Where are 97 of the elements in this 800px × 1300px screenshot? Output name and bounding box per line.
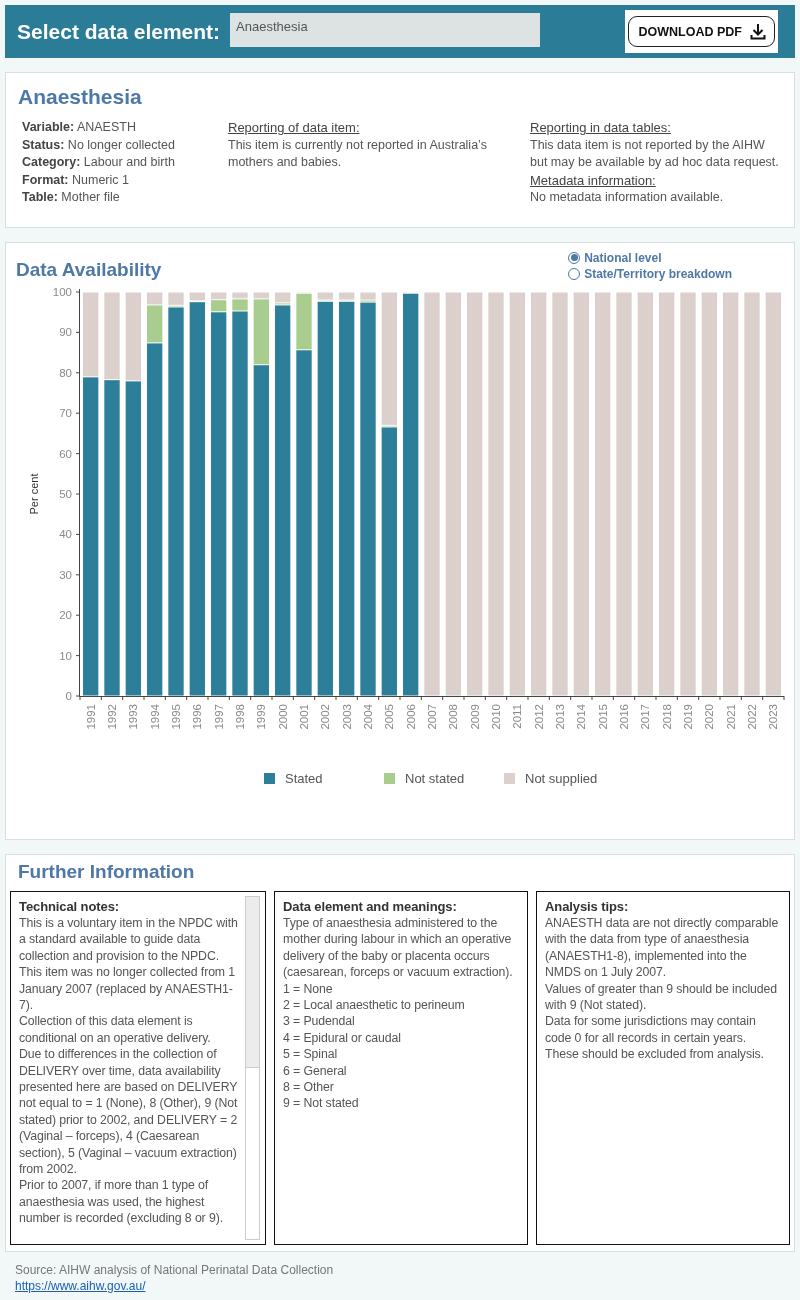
axis-label: 2016 <box>618 703 630 730</box>
axis-label: 50 <box>59 487 72 500</box>
field-text: Status: No longer collected <box>22 136 176 154</box>
axis-label: 1994 <box>148 703 161 730</box>
panel-text: 9 = Not stated <box>283 1095 360 1112</box>
panel-text: 6 = General <box>283 1062 348 1079</box>
panel-heading: Analysis tips: <box>545 898 630 915</box>
scrollbar[interactable] <box>245 895 260 1240</box>
axis-label: 60 <box>59 447 72 460</box>
section-title: Data Availability <box>16 258 162 281</box>
legend-label: Not stated <box>405 770 465 786</box>
radio-option[interactable]: State/Territory breakdown <box>568 266 732 281</box>
axis-label: 2017 <box>639 703 652 730</box>
element-title: Anaesthesia <box>18 85 143 109</box>
axis-label: 0 <box>65 689 72 702</box>
axis-title: Per cent <box>28 473 40 514</box>
axis-label: 2019 <box>682 703 694 730</box>
radio-option[interactable]: National level <box>568 250 732 265</box>
panel-text: Type of anaesthesia administered to the mother during labour in which an operative delivery of the baby or placenta occurs (caesarean, forceps or vacuum extraction). <box>283 914 514 981</box>
panel-text: Collection of this data element is conditional on an operative delivery. <box>19 1013 212 1047</box>
axis-label: 10 <box>59 649 72 662</box>
field-label: Select data element: <box>17 19 221 44</box>
legend-swatch <box>384 772 395 784</box>
legend-swatch <box>504 772 515 784</box>
axis-label: 2002 <box>319 703 332 730</box>
axis-label: 1993 <box>127 703 140 730</box>
axis-label: 1997 <box>212 703 225 730</box>
axis-label: 2003 <box>340 703 353 730</box>
section-text: This item is currently not reported in Australia’s mothers and babies. <box>228 136 488 171</box>
axis-label: 2008 <box>447 703 460 730</box>
panel-text: Prior to 2007, if more than 1 type of anaesthesia was used, the highest number is recorded (excluding 8 or 9). <box>19 1177 224 1227</box>
legend-label: Stated <box>285 770 323 786</box>
panel-text: These should be excluded from analysis. <box>545 1046 765 1063</box>
panel-text: 8 = Other <box>283 1078 335 1096</box>
legend-swatch <box>264 772 275 784</box>
panel-text: Due to differences in the collection of DELIVERY over time, data availability presented here are based on DELIVERY not equal to = 1 (None), 8 (Other), 9 (Not stated) prior to 2002, and DELIVERY = 2 (Vaginal – forceps), 4 (Caesarean section), 5 (Vaginal – vacuum extraction) from 2002. <box>19 1046 239 1178</box>
axis-label: 2010 <box>490 703 502 730</box>
field-text: Table: Mother file <box>22 189 121 206</box>
axis-label: 2012 <box>532 703 545 730</box>
download-button[interactable]: DOWNLOAD PDF <box>627 16 775 47</box>
axis-label: 2021 <box>724 703 737 730</box>
panel-text: 4 = Epidural or caudal <box>283 1029 402 1047</box>
website-link[interactable]: https://www.aihw.gov.au/ <box>15 1278 146 1293</box>
axis-label: 1992 <box>106 703 118 730</box>
select-field[interactable]: Anaesthesia <box>230 13 541 47</box>
field-text: Category: Labour and birth <box>22 154 176 171</box>
axis-label: 2020 <box>703 703 716 730</box>
panel-text: ANAESTH data are not directly comparable with the data from type of anaesthesia (ANAESTH1-8), implemented into the NMDS on 1 July 2007. <box>545 914 780 981</box>
axis-label: 1995 <box>170 703 182 730</box>
axis-label: 2000 <box>276 703 289 730</box>
axis-label: 100 <box>52 285 72 298</box>
axis-label: 1998 <box>234 703 246 730</box>
axis-label: 2023 <box>767 703 780 730</box>
axis-label: 2005 <box>383 703 396 730</box>
section-title: Further Information <box>18 860 196 883</box>
panel-text: Values of greater than 9 should be included with 9 (Not stated). <box>545 980 778 1014</box>
panel-text: 1 = None <box>283 980 334 997</box>
axis-label: 2022 <box>746 703 758 730</box>
panel-text: Data for some jurisdictions may contain code 0 for all records in certain years. <box>545 1013 757 1047</box>
section-text: No metadata information available. <box>530 189 725 206</box>
axis-label: 2014 <box>575 703 588 730</box>
axis-label: 2001 <box>298 703 310 730</box>
panel-text: 5 = Spinal <box>283 1046 339 1063</box>
radio-button[interactable] <box>568 251 581 264</box>
axis-label: 40 <box>59 527 72 540</box>
axis-label: 70 <box>59 406 72 419</box>
panel-heading: Data element and meanings: <box>283 898 458 915</box>
field-text: Format: Numeric 1 <box>22 171 130 189</box>
radio-button[interactable] <box>568 267 581 280</box>
axis-label: 90 <box>59 325 72 338</box>
panel-text: 3 = Pudendal <box>283 1013 356 1030</box>
axis-label: 2007 <box>426 703 438 730</box>
section-heading: Reporting in data tables: <box>530 119 672 137</box>
panel-text: This item was no longer collected from 1 January 2007 (replaced by ANAESTH1-7). <box>19 964 237 1014</box>
axis-label: 1991 <box>84 703 97 730</box>
panel-text: 2 = Local anaesthetic to perineum <box>283 996 466 1014</box>
axis-label: 2006 <box>404 703 417 730</box>
panel-text: This is a voluntary item in the NPDC with a standard available to guide data collection and provision to the NPDC. <box>19 914 239 965</box>
download-icon <box>750 23 766 40</box>
axis-label: 30 <box>59 568 72 581</box>
axis-label: 1999 <box>255 703 268 730</box>
section-heading: Metadata information: <box>530 171 657 189</box>
panel-heading: Technical notes: <box>19 898 120 915</box>
axis-label: 2009 <box>468 703 481 730</box>
axis-label: 2018 <box>660 703 673 730</box>
section-text: This data item is not reported by the AIHW but may be available by ad hoc data request. <box>530 136 780 171</box>
axis-label: 2011 <box>511 703 524 729</box>
axis-label: 2013 <box>554 703 566 730</box>
axis-label: 1996 <box>191 703 204 730</box>
section-heading: Reporting of data item: <box>228 119 361 137</box>
axis-label: 2004 <box>362 703 374 730</box>
axis-label: 20 <box>59 608 72 621</box>
field-text: Variable: ANAESTH <box>22 119 137 136</box>
axis-label: 80 <box>59 366 72 379</box>
axis-label: 2015 <box>596 703 609 730</box>
source-text: Source: AIHW analysis of National Perinatal Data Collection <box>15 1261 335 1278</box>
legend-label: Not supplied <box>525 770 598 786</box>
